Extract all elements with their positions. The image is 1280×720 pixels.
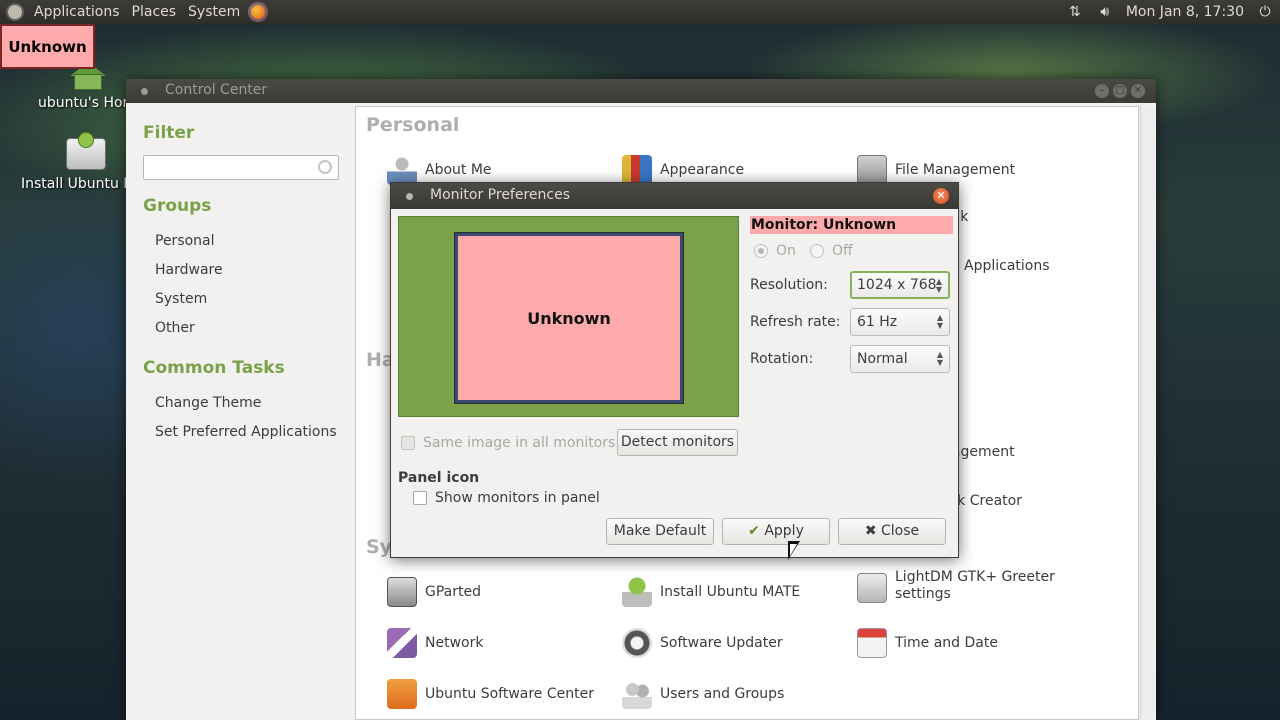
appearance-icon	[622, 155, 652, 185]
section-personal: Personal	[366, 114, 460, 136]
detect-monitors-button[interactable]: Detect monitors	[617, 429, 738, 456]
top-panel: Applications Places System ⇅ 🔊︎ Mon Jan …	[0, 0, 1280, 24]
group-other[interactable]: Other	[155, 320, 195, 336]
menu-applications[interactable]: Applications	[28, 0, 126, 24]
software-center-icon	[387, 679, 417, 709]
section-system: Sy	[366, 536, 393, 558]
groups-heading: Groups	[143, 196, 212, 216]
task-change-theme[interactable]: Change Theme	[155, 395, 261, 411]
item-appearance[interactable]: Appearance	[622, 155, 744, 185]
common-tasks-heading: Common Tasks	[143, 358, 285, 378]
window-title: Control Center	[165, 82, 268, 98]
menu-places[interactable]: Places	[126, 0, 183, 24]
maximize-icon[interactable]: □	[1113, 84, 1127, 98]
item-time-and-date[interactable]: Time and Date	[857, 628, 998, 658]
dialog-close-icon[interactable]: ✕	[933, 188, 949, 204]
main-menu: Applications Places System	[0, 0, 269, 24]
filter-heading: Filter	[143, 123, 195, 143]
network-arrows-icon[interactable]: ⇅	[1064, 4, 1086, 20]
resolution-label: Resolution:	[750, 277, 828, 293]
panel-icon-heading: Panel icon	[398, 470, 480, 486]
rotation-select[interactable]: Normal ▲ ▼	[850, 345, 950, 373]
filter-input[interactable]	[143, 155, 339, 180]
close-x-icon: ✖	[864, 523, 877, 539]
group-hardware[interactable]: Hardware	[155, 262, 223, 278]
spin-arrows-icon: ▲ ▼	[936, 313, 943, 330]
lightdm-icon	[857, 573, 887, 603]
dialog-title: Monitor Preferences	[430, 187, 571, 203]
close-icon[interactable]: ✕	[1131, 84, 1145, 98]
spin-arrows-icon: ▲ ▼	[936, 350, 943, 367]
install-ubuntu-label[interactable]: Install Ubuntu M	[21, 176, 135, 192]
radio-on-indicator	[754, 244, 768, 258]
item-lightdm[interactable]: LightDM GTK+ Greeter settings	[857, 569, 1055, 603]
monitor-preferences-dialog: Monitor Preferences ✕ Unknown Monitor: U…	[390, 182, 959, 558]
users-icon	[622, 679, 652, 709]
show-monitors-checkbox-box	[413, 491, 427, 505]
content-scrollbar[interactable]	[1140, 106, 1155, 720]
menu-system[interactable]: System	[182, 0, 246, 24]
refresh-rate-label: Refresh rate:	[750, 314, 841, 330]
rotation-label: Rotation:	[750, 351, 814, 367]
dialog-titlebar[interactable]: Monitor Preferences ✕	[391, 183, 958, 209]
refresh-rate-select[interactable]: 61 Hz ▲ ▼	[850, 308, 950, 336]
mouse-cursor-icon	[788, 541, 800, 560]
power-icon[interactable]: ⏻	[1254, 4, 1276, 20]
item-applications-partial[interactable]: Applications	[964, 258, 1050, 274]
item-install-ubuntu-mate[interactable]: Install Ubuntu MATE	[622, 577, 800, 607]
radio-off-indicator	[810, 244, 824, 258]
distro-logo-icon[interactable]	[6, 3, 24, 21]
monitor-identify-label: Unknown	[0, 24, 95, 69]
file-management-icon	[857, 155, 887, 185]
install-mate-icon	[622, 577, 652, 607]
monitor-name: Monitor: Unknown	[750, 216, 953, 234]
item-ubuntu-software-center[interactable]: Ubuntu Software Center	[387, 679, 594, 709]
resolution-select[interactable]: 1024 x 768 ▲ ▼	[850, 271, 950, 299]
same-image-checkbox[interactable]: Same image in all monitors	[401, 435, 615, 451]
monitor-layout-area[interactable]: Unknown	[398, 216, 739, 417]
volume-icon[interactable]: 🔊︎	[1094, 4, 1116, 20]
about-me-icon	[387, 155, 417, 185]
control-center-sidebar: Filter Groups Personal Hardware System O…	[126, 103, 356, 720]
home-folder-label[interactable]: ubuntu's Hom	[38, 95, 136, 111]
close-button[interactable]: ✖ Close	[838, 518, 946, 545]
clock[interactable]: Mon Jan 8, 17:30	[1126, 4, 1244, 20]
checkmark-icon: ✔	[748, 523, 760, 539]
item-about-me[interactable]: About Me	[387, 155, 492, 185]
gparted-icon	[387, 577, 417, 607]
window-menu-icon[interactable]	[141, 88, 148, 95]
install-ubuntu-icon[interactable]	[64, 128, 110, 172]
apply-button[interactable]: ✔ Apply	[722, 518, 830, 545]
task-preferred-apps[interactable]: Set Preferred Applications	[155, 424, 337, 440]
spin-arrows-icon: ▲ ▼	[935, 277, 942, 294]
dialog-menu-icon[interactable]	[406, 193, 413, 200]
minimize-icon[interactable]: –	[1095, 84, 1109, 98]
control-center-titlebar[interactable]: Control Center – □ ✕	[126, 79, 1156, 103]
make-default-button[interactable]: Make Default	[606, 518, 714, 545]
monitor-preview-label: Unknown	[527, 308, 611, 328]
item-network[interactable]: Network	[387, 628, 483, 658]
item-users-and-groups[interactable]: Users and Groups	[622, 679, 784, 709]
group-personal[interactable]: Personal	[155, 233, 215, 249]
same-image-checkbox-box	[401, 436, 415, 450]
item-gparted[interactable]: GParted	[387, 577, 481, 607]
item-software-updater[interactable]: Software Updater	[622, 628, 783, 658]
search-icon	[318, 160, 332, 174]
software-updater-icon	[622, 628, 652, 658]
monitor-preview[interactable]: Unknown	[454, 232, 684, 404]
network-icon	[387, 628, 417, 658]
calendar-icon	[857, 628, 887, 658]
group-system[interactable]: System	[155, 291, 207, 307]
radio-off[interactable]: Off	[810, 243, 853, 259]
item-file-management[interactable]: File Management	[857, 155, 1015, 185]
system-tray: ⇅ 🔊︎ Mon Jan 8, 17:30 ⏻	[1060, 0, 1280, 24]
show-monitors-checkbox[interactable]: Show monitors in panel	[413, 490, 600, 506]
firefox-launcher-icon[interactable]	[248, 2, 269, 22]
radio-on[interactable]: On	[754, 243, 796, 259]
